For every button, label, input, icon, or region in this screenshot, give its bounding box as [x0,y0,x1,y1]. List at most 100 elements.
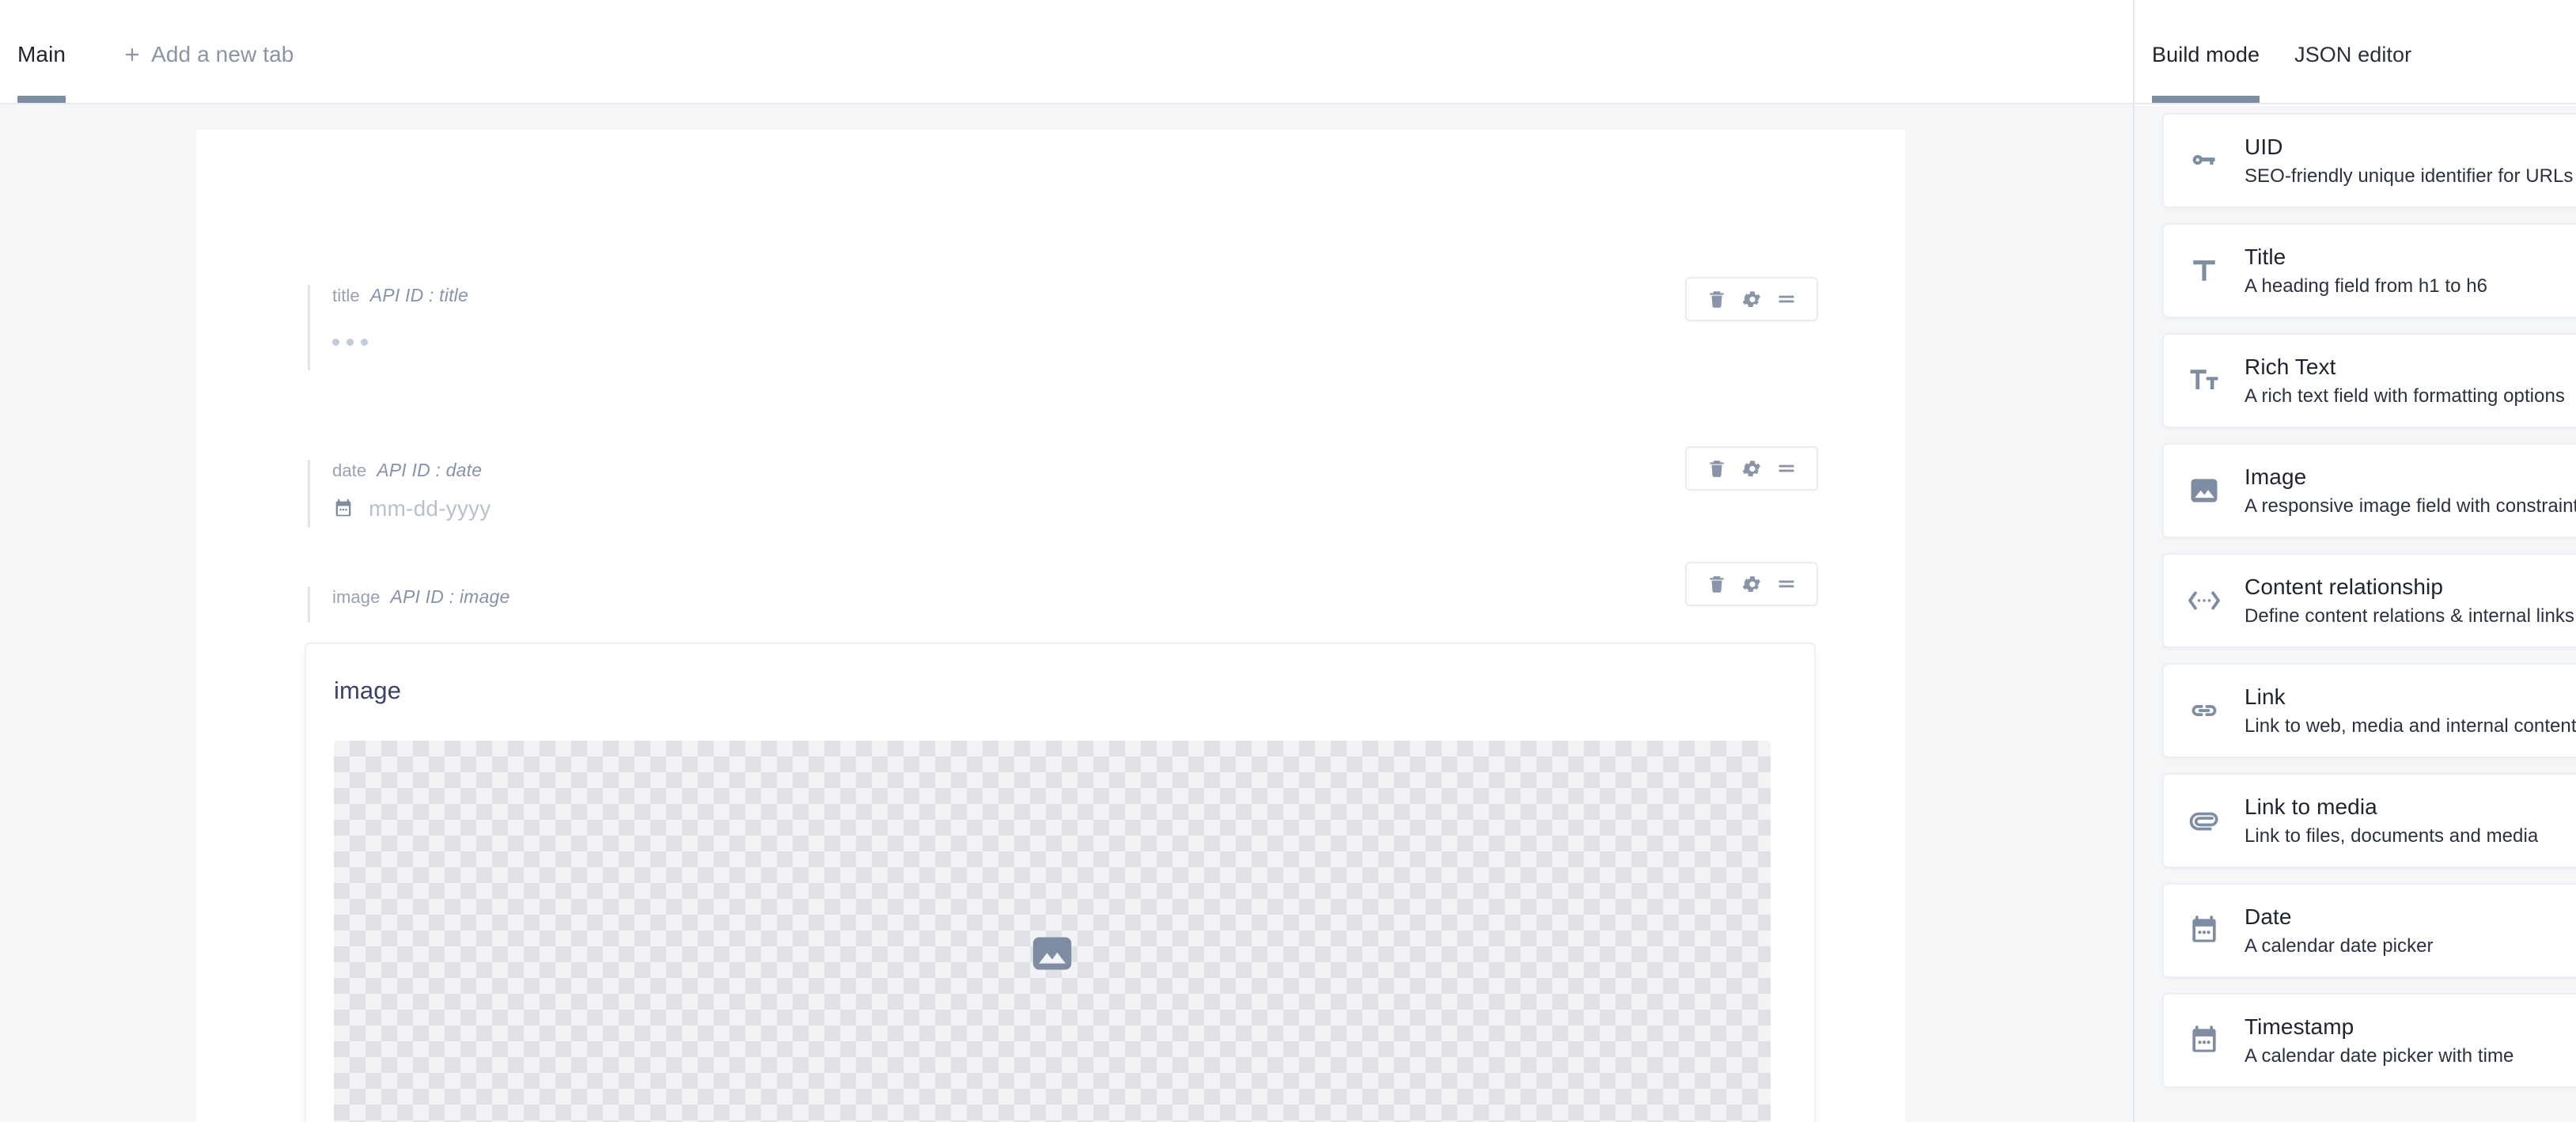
gear-icon[interactable] [1734,567,1769,601]
panel-body: UID SEO-friendly unique identifier for U… [2135,106,2576,1122]
image-upload-card[interactable]: image [305,642,1816,1122]
panel-tabstrip: Build mode JSON editor [2152,27,2411,103]
field-date-meta: date API ID : date [332,460,1813,483]
field-type-date[interactable]: Date A calendar date picker [2162,883,2576,978]
field-left-bar [308,460,310,528]
content-relationship-icon [2164,582,2245,619]
editor-canvas: title API ID : title date API ID: date … [0,106,2133,1122]
field-left-bar [308,285,310,370]
image-card-title: image [334,677,401,704]
field-type-desc: Link to files, documents and media [2245,824,2539,847]
field-date-actions [1685,446,1818,491]
title-placeholder-dots[interactable] [332,339,1813,346]
field-left-bar [308,586,310,623]
tab-json-editor[interactable]: JSON editor [2294,27,2411,103]
field-type-link[interactable]: Link Link to web, media and internal con… [2162,663,2576,758]
field-type-timestamp[interactable]: Timestamp A calendar date picker with ti… [2162,993,2576,1088]
field-title-name: title [332,286,360,305]
drag-handle-icon[interactable] [1769,451,1804,486]
field-type-content-relationship[interactable]: Content relationship Define content rela… [2162,553,2576,648]
field-type-title: Link to media [2245,794,2377,819]
field-type-title: UID [2245,134,2283,159]
rich-text-icon [2164,363,2245,398]
field-type-title[interactable]: Title A heading field from h1 to h6 [2162,223,2576,318]
gear-icon[interactable] [1734,282,1769,317]
field-type-desc: Define content relations & internal link… [2245,605,2574,627]
field-type-uid[interactable]: UID SEO-friendly unique identifier for U… [2162,113,2576,208]
field-type-desc: A heading field from h1 to h6 [2245,275,2487,297]
field-row-title[interactable]: title API ID : title [308,277,1818,370]
field-type-desc: SEO-friendly unique identifier for URLs [2245,165,2574,187]
tab-build-mode[interactable]: Build mode [2152,27,2260,103]
field-image-meta: image API ID : image [332,586,1813,610]
tab-active-underline [17,96,66,103]
calendar-clock-icon [2164,1023,2245,1058]
field-type-text: Rich Text A rich text field with formatt… [2245,353,2565,408]
editor-tabbar: Main Add a new tab [0,0,2133,104]
plus-icon [123,45,142,64]
title-t-icon [2164,253,2245,288]
drag-handle-icon[interactable] [1769,282,1804,317]
field-type-title: Timestamp [2245,1014,2354,1039]
image-placeholder-checkerboard[interactable] [334,741,1771,1122]
field-type-desc: A calendar date picker with time [2245,1044,2514,1067]
paperclip-icon [2164,803,2245,838]
field-type-desc: Link to web, media and internal content [2245,715,2576,737]
build-mode-panel: Build mode JSON editor UID SEO-friendly … [2133,0,2576,1122]
field-type-text: Date A calendar date picker [2245,903,2434,958]
field-title-apiid: API ID : title [369,285,468,305]
panel-tabbar: Build mode JSON editor [2135,0,2576,104]
field-title-meta: title API ID : title [332,285,1813,309]
trash-icon[interactable] [1699,451,1734,486]
field-date-name: date [332,461,367,480]
document-card: title API ID : title date API ID: date … [196,130,1905,1122]
field-image-apiid: API ID : image [390,586,510,607]
field-type-text: Link to media Link to files, documents a… [2245,793,2538,848]
drag-handle-icon[interactable] [1769,567,1804,601]
image-icon [2164,473,2245,508]
field-type-title: Title [2245,244,2286,269]
calendar-icon [2164,913,2245,948]
field-row-image[interactable]: image API ID : image [308,562,1818,623]
field-date-content: date API ID : date mm-dd-yyyy [308,460,1813,521]
field-type-title: Image [2245,464,2307,489]
field-type-rich-text[interactable]: Rich Text A rich text field with formatt… [2162,333,2576,428]
image-icon [1029,931,1075,976]
field-type-list: UID SEO-friendly unique identifier for U… [2162,113,2576,1103]
field-title-actions [1685,277,1818,321]
date-input[interactable]: mm-dd-yyyy [332,496,1813,521]
calendar-icon [332,498,354,520]
tab-main-label: Main [17,42,66,66]
field-date-apiid: API ID : date [377,460,483,480]
app-root: Main Add a new tab title API ID: title … [0,0,2576,1122]
field-type-desc: A rich text field with formatting option… [2245,385,2565,407]
field-row-date[interactable]: date API ID : date mm-dd-yyyy [308,446,1818,528]
field-type-text: Timestamp A calendar date picker with ti… [2245,1013,2513,1068]
document-editor-pane: Main Add a new tab title API ID: title … [0,0,2133,1122]
tab-json-editor-label: JSON editor [2294,42,2412,66]
field-type-title: Date [2245,904,2292,929]
tab-main[interactable]: Main [17,27,66,103]
gear-icon[interactable] [1734,451,1769,486]
key-icon [2164,143,2245,178]
field-type-link-to-media[interactable]: Link to media Link to files, documents a… [2162,773,2576,868]
field-type-text: Link Link to web, media and internal con… [2245,683,2576,738]
trash-icon[interactable] [1699,567,1734,601]
field-type-title: Content relationship [2245,574,2444,599]
field-type-title: Link [2245,684,2286,709]
panel-tab-active-underline [2152,96,2260,103]
tab-build-mode-label: Build mode [2152,42,2260,66]
field-type-title: Rich Text [2245,354,2336,379]
link-icon [2164,693,2245,728]
editor-tabstrip: Main Add a new tab [0,27,294,103]
field-type-text: Image A responsive image field with cons… [2245,463,2576,518]
trash-icon[interactable] [1699,282,1734,317]
field-type-desc: A responsive image field with constraint… [2245,495,2576,517]
field-type-text: UID SEO-friendly unique identifier for U… [2245,133,2573,188]
field-type-text: Title A heading field from h1 to h6 [2245,243,2487,298]
tab-add-new[interactable]: Add a new tab [123,27,294,103]
field-type-image[interactable]: Image A responsive image field with cons… [2162,443,2576,538]
field-type-desc: A calendar date picker [2245,934,2434,957]
field-image-actions [1685,562,1818,606]
field-image-content: image API ID : image [308,586,1813,610]
